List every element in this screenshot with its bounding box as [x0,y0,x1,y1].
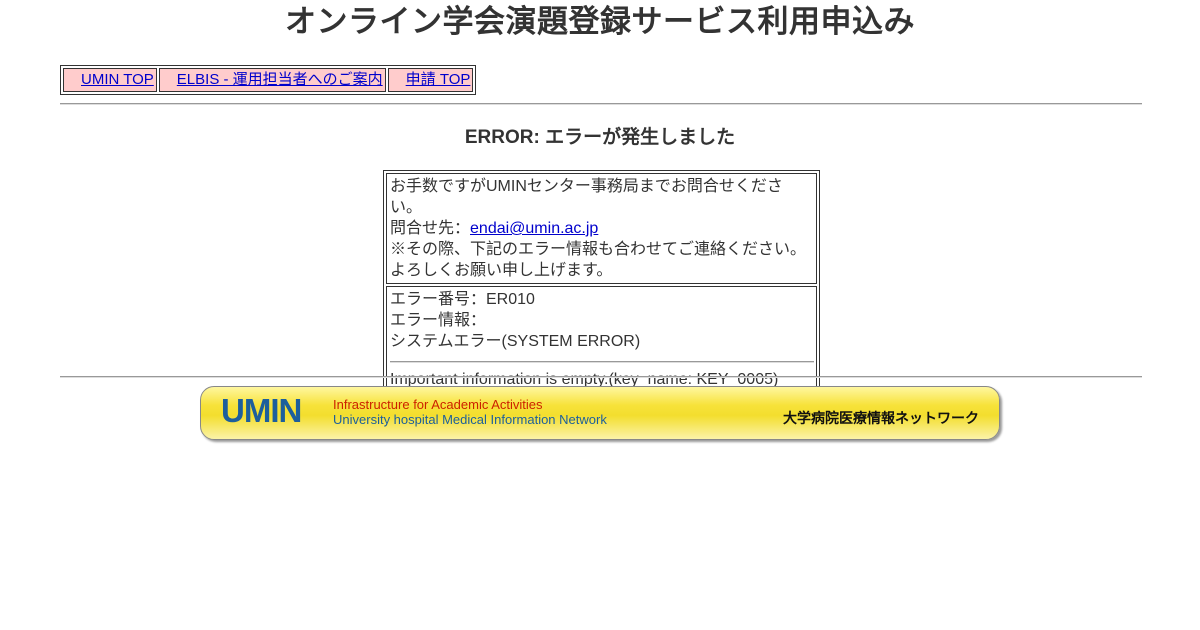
divider-bottom [60,376,1142,378]
nav-cell-elbis: ELBIS - 運用担当者へのご案内 [158,68,386,92]
page-title: オンライン学会演題登録サービス利用申込み [285,4,915,40]
divider-top [60,103,1142,105]
error-details-divider [390,361,814,363]
umin-banner[interactable]: UMIN Infrastructure for Academic Activit… [200,386,1000,440]
banner-tagline-1: Infrastructure for Academic Activities [333,397,543,412]
error-contact-label: 問合せ先： [390,220,471,237]
error-box: お手数ですがUMINセンター事務局までお問合せください。 問合せ先：endai@… [383,170,820,396]
page: オンライン学会演題登録サービス利用申込み UMIN TOP ELBIS - 運用… [0,0,1200,630]
nav-cell-umin-top: UMIN TOP [63,68,157,92]
error-message-line3: ※その際、下記のエラー情報も合わせてご連絡ください。 [390,241,807,258]
error-message-cell: お手数ですがUMINセンター事務局までお問合せください。 問合せ先：endai@… [386,173,817,284]
error-message-line4: よろしくお願い申し上げます。 [390,262,613,279]
nav-link-elbis[interactable]: ELBIS - 運用担当者へのご案内 [177,71,383,88]
error-info-value: システムエラー(SYSTEM ERROR) [390,333,641,350]
error-message-line1: お手数ですがUMINセンター事務局までお問合せください。 [390,178,783,216]
error-heading: ERROR: エラーが発生しました [464,127,736,148]
nav-table: UMIN TOP ELBIS - 運用担当者へのご案内 申請 TOP [60,65,477,95]
error-number: エラー番号：ER010 [390,291,535,308]
error-contact-line: 問合せ先：endai@umin.ac.jp [390,218,814,239]
nav-link-umin-top[interactable]: UMIN TOP [81,71,154,88]
contact-email-link[interactable]: endai@umin.ac.jp [470,220,598,237]
nav-cell-apply-top: 申請 TOP [387,68,474,92]
nav-link-apply-top[interactable]: 申請 TOP [406,71,471,88]
banner-japanese-name: 大学病院医療情報ネットワーク [783,411,979,427]
banner-tagline-2: University hospital Medical Information … [333,412,607,427]
umin-logo: UMIN [221,392,302,429]
error-info-label: エラー情報： [390,312,487,329]
